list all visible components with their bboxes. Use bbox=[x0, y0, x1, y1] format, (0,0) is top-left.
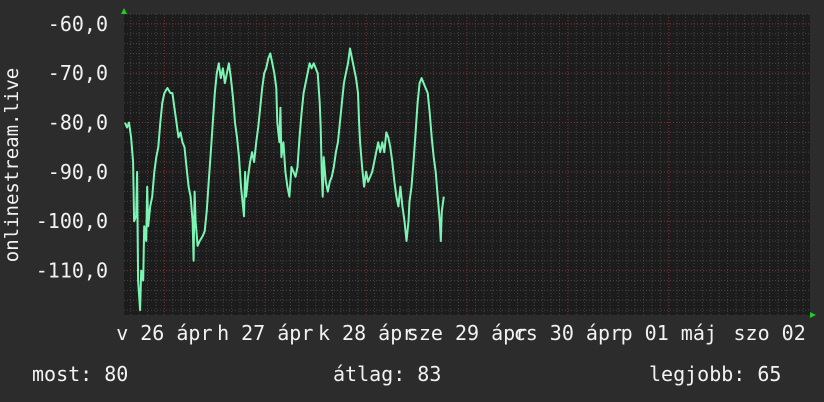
x-tick-label: v 26 ápr bbox=[116, 321, 212, 345]
x-tick-label: sze 29 ápr bbox=[407, 321, 527, 345]
x-tick-label: cs 30 ápr bbox=[514, 321, 622, 345]
current-value: most: 80 bbox=[32, 362, 129, 386]
best-value: legjobb: 65 bbox=[649, 362, 782, 386]
y-axis-title: onlinestream.live bbox=[1, 67, 23, 263]
y-tick-label: -100,0 bbox=[36, 209, 108, 233]
x-tick-label: h 27 ápr bbox=[217, 321, 313, 345]
line-chart: -60,0 -70,0 -80,0 -90,0 -100,0 -110,0 v 26 áp… bbox=[36, 8, 816, 345]
x-tick-label: k 28 ápr bbox=[318, 321, 414, 345]
x-axis: v 26 ápr h 27 ápr k 28 áprsze 29 áprcs 30 … bbox=[116, 321, 806, 345]
average-value: átlag: 83 bbox=[333, 362, 442, 386]
y-axis-arrow bbox=[121, 8, 127, 14]
x-tick-label: szo 02 bbox=[734, 321, 806, 345]
y-tick-label: -70,0 bbox=[48, 61, 108, 85]
x-tick-label: p 01 máj bbox=[621, 321, 717, 345]
y-tick-label: -110,0 bbox=[36, 259, 108, 283]
y-tick-label: -90,0 bbox=[48, 160, 108, 184]
x-axis-arrow bbox=[810, 312, 816, 318]
y-axis: -60,0 -70,0 -80,0 -90,0 -100,0 -110,0 bbox=[36, 12, 108, 283]
y-tick-label: -80,0 bbox=[48, 111, 108, 135]
y-tick-label: -60,0 bbox=[48, 12, 108, 36]
